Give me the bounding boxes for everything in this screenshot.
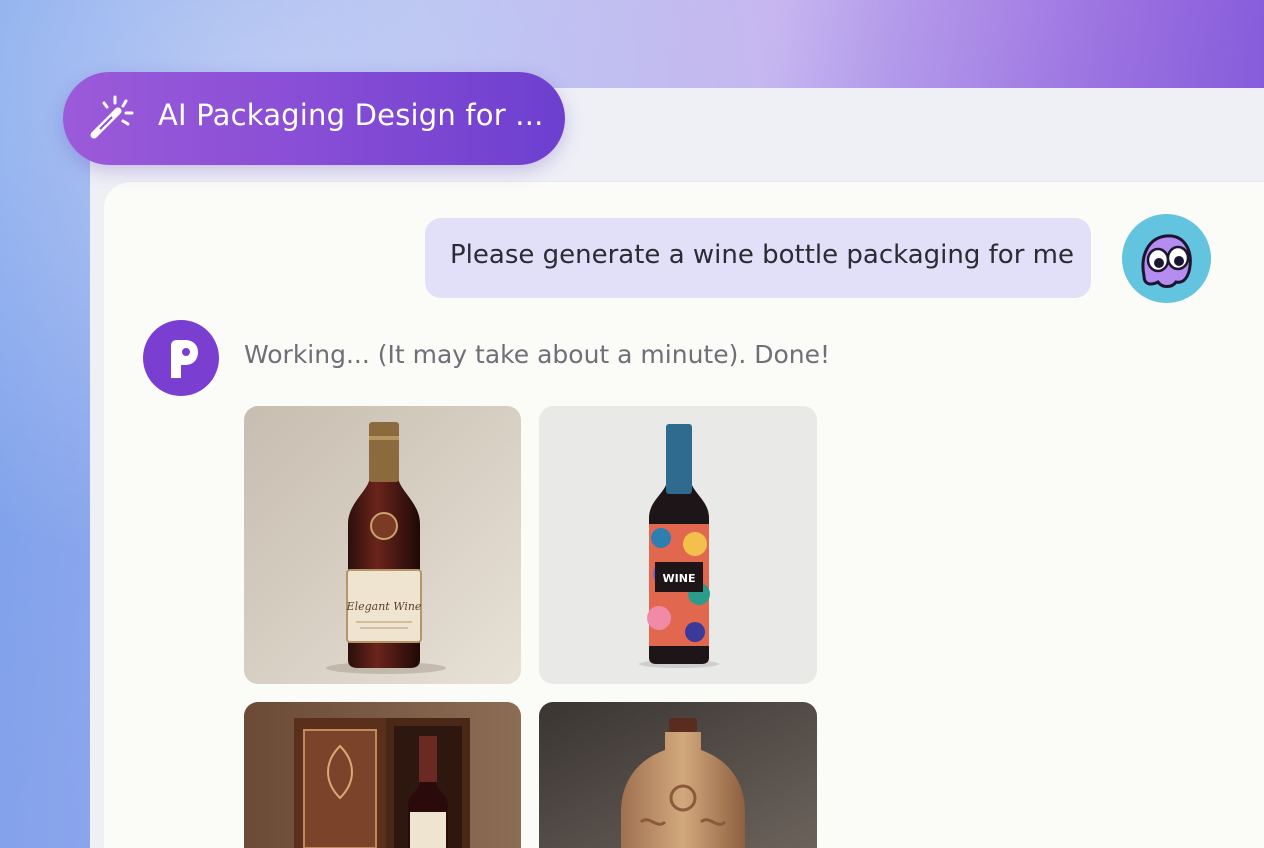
ghost-mascot-icon — [1141, 234, 1192, 288]
assistant-logo-icon — [171, 340, 198, 378]
ceramic-wine-flask-image[interactable] — [539, 702, 817, 848]
patterned-wine-bottle-image[interactable]: WINE — [539, 406, 817, 684]
classic-wine-bottle-image[interactable]: Elegant Wine — [244, 406, 521, 684]
user-message-text: Please generate a wine bottle packaging … — [450, 240, 1074, 270]
bottle-label-text: WINE — [663, 572, 696, 585]
wooden-gift-box-wine-image[interactable] — [244, 702, 521, 848]
assistant-status-message: Working... (It may take about a minute).… — [244, 340, 831, 369]
assistant-avatar — [143, 320, 219, 396]
bottle-label-text: Elegant Wine — [346, 600, 422, 613]
user-avatar[interactable] — [1122, 214, 1211, 303]
project-title: AI Packaging Design for ... — [158, 98, 544, 132]
magic-wand-icon — [90, 95, 134, 139]
